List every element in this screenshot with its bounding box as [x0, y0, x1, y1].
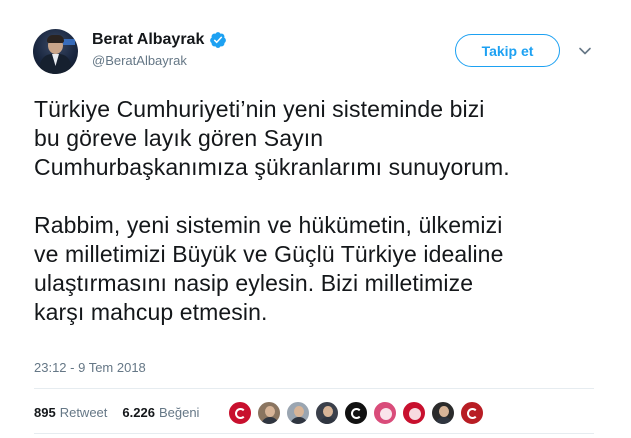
- divider: [34, 433, 594, 434]
- like-label[interactable]: Beğeni: [159, 405, 199, 420]
- author-name[interactable]: Berat Albayrak: [92, 31, 227, 49]
- liker-avatar[interactable]: [460, 401, 484, 425]
- liker-avatar[interactable]: [431, 401, 455, 425]
- author-avatar[interactable]: [33, 29, 78, 74]
- author-info[interactable]: Berat Albayrak @BeratAlbayrak: [92, 31, 227, 68]
- tweet-timestamp[interactable]: 23:12 - 9 Tem 2018: [34, 360, 146, 375]
- tweet-text: Türkiye Cumhuriyeti’nin yeni sisteminde …: [34, 96, 510, 325]
- author-name-text[interactable]: Berat Albayrak: [92, 31, 204, 49]
- tweet-card: Berat Albayrak @BeratAlbayrak Takip et T…: [0, 0, 631, 438]
- retweet-count[interactable]: 895: [34, 405, 56, 420]
- liker-avatar[interactable]: [402, 401, 426, 425]
- chevron-down-icon[interactable]: [578, 44, 592, 58]
- liker-avatar[interactable]: [373, 401, 397, 425]
- follow-button[interactable]: Takip et: [455, 34, 560, 67]
- liker-avatar[interactable]: [344, 401, 368, 425]
- tweet-stats: 895 Retweet 6.226 Beğeni: [34, 405, 214, 420]
- liker-avatar[interactable]: [228, 401, 252, 425]
- liker-avatar[interactable]: [315, 401, 339, 425]
- liker-avatar[interactable]: [286, 401, 310, 425]
- like-count[interactable]: 6.226: [122, 405, 155, 420]
- liker-avatars: [228, 401, 489, 425]
- verified-badge-icon: [210, 32, 227, 48]
- retweet-label[interactable]: Retweet: [60, 405, 108, 420]
- liker-avatar[interactable]: [257, 401, 281, 425]
- divider: [34, 388, 594, 389]
- author-handle[interactable]: @BeratAlbayrak: [92, 53, 227, 68]
